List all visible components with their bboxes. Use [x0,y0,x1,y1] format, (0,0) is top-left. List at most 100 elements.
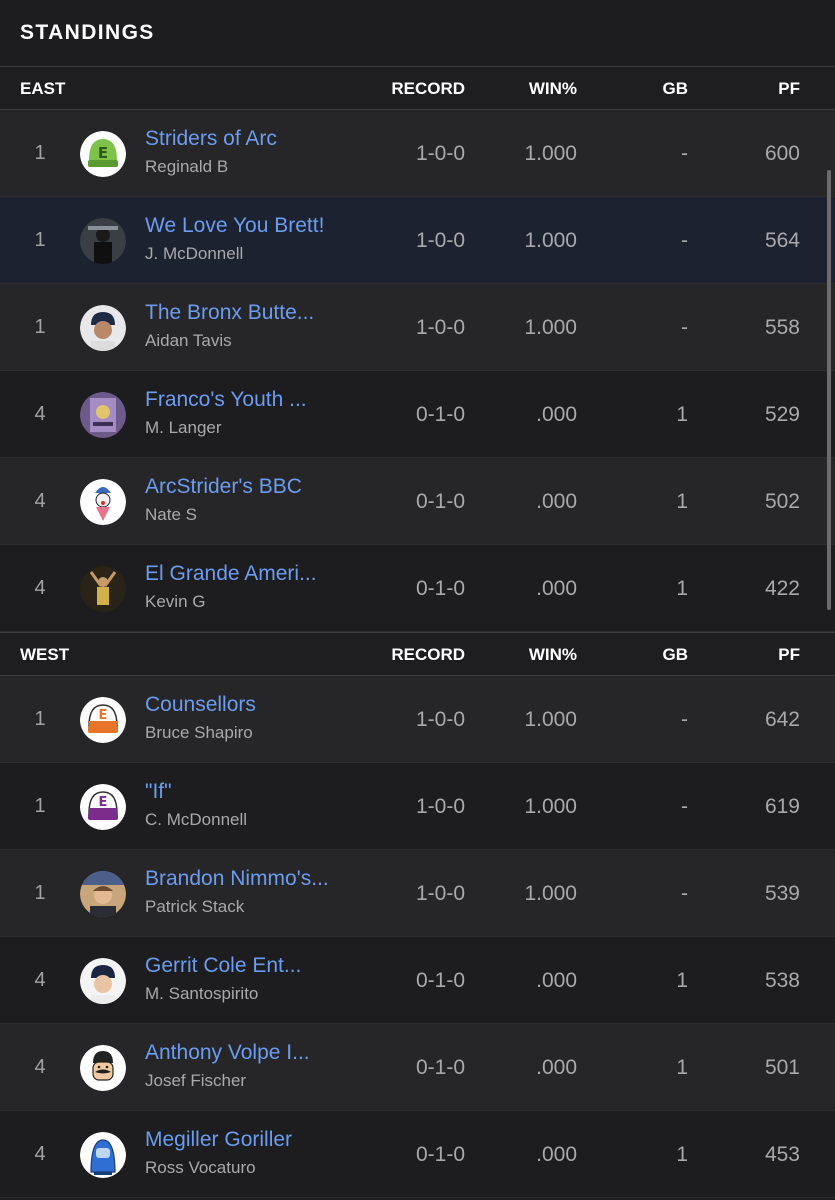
games-back: - [681,229,688,252]
record: 0-1-0 [415,403,465,426]
team-name-link[interactable]: We Love You Brett! [145,214,324,238]
owner-name: M. Langer [145,418,222,437]
record: 0-1-0 [415,1143,465,1166]
team-name-link[interactable]: "If" [145,780,172,804]
page-title: STANDINGS [20,21,155,44]
points-for: 422 [764,577,800,600]
column-header-record[interactable]: RECORD [391,79,465,99]
card-avatar [80,392,126,438]
record: 1-0-0 [415,229,465,252]
table-row[interactable]: 4 Franco's Youth ... M. Langer 0-1-0 .00… [0,371,835,458]
rank: 4 [34,1056,46,1078]
win-pct: .000 [536,969,577,992]
points-for: 619 [764,795,800,818]
record: 1-0-0 [415,795,465,818]
division-header-west: WEST RECORD WIN% GB PF [0,632,835,676]
table-row[interactable]: 4 Gerrit Cole Ent... M. Santospirito 0-1… [0,937,835,1024]
table-row[interactable]: 4 El Grande Ameri... Kevin G 0-1-0 .000 … [0,545,835,632]
team-name-link[interactable]: El Grande Ameri... [145,562,317,586]
win-pct: .000 [536,1056,577,1079]
rank: 1 [34,142,46,164]
clown-avatar [80,479,126,525]
record: 0-1-0 [415,969,465,992]
owner-name: C. McDonnell [145,810,248,829]
games-back: 1 [676,403,688,426]
photo-avatar [80,218,126,264]
column-header-win-pct[interactable]: WIN% [529,79,577,99]
purple-e-cap-icon: E [80,784,126,830]
record: 1-0-0 [415,882,465,905]
team-name-link[interactable]: ArcStrider's BBC [145,475,302,499]
rank: 4 [34,577,46,599]
column-header-pf[interactable]: PF [778,645,800,665]
games-back: 1 [676,1143,688,1166]
team-name-link[interactable]: Anthony Volpe I... [145,1041,310,1065]
team-name-link[interactable]: Franco's Youth ... [145,388,307,412]
owner-name: M. Santospirito [145,984,259,1003]
points-for: 453 [764,1143,800,1166]
column-header-record[interactable]: RECORD [391,645,465,665]
record: 1-0-0 [415,708,465,731]
rank: 4 [34,969,46,991]
win-pct: 1.000 [524,142,577,165]
rank: 1 [34,795,46,817]
owner-name: J. McDonnell [145,244,244,263]
rank: 4 [34,490,46,512]
column-header-pf[interactable]: PF [778,79,800,99]
games-back: 1 [676,490,688,513]
games-back: - [681,708,688,731]
column-header-win-pct[interactable]: WIN% [529,645,577,665]
owner-name: Aidan Tavis [145,331,232,350]
team-name-link[interactable]: Gerrit Cole Ent... [145,954,301,978]
photo-avatar [80,958,126,1004]
points-for: 539 [764,882,800,905]
table-row[interactable]: 1 We Love You Brett! J. McDonnell 1-0-0 … [0,197,835,284]
record: 0-1-0 [415,577,465,600]
division-name: WEST [20,645,70,664]
table-row[interactable]: 4 ArcStrider's BBC Nate S 0-1-0 .000 1 5… [0,458,835,545]
column-header-gb[interactable]: GB [663,645,689,665]
points-for: 501 [764,1056,800,1079]
owner-name: Reginald B [145,157,229,176]
table-row[interactable]: 4 Anthony Volpe I... Josef Fischer 0-1-0… [0,1024,835,1111]
record: 0-1-0 [415,1056,465,1079]
rank: 4 [34,403,46,425]
table-row[interactable]: 4 Megiller Goriller Ross Vocaturo 0-1-0 … [0,1111,835,1198]
scrollbar[interactable] [827,170,831,610]
rank: 1 [34,882,46,904]
svg-text:E: E [99,795,108,810]
team-name-link[interactable]: Counsellors [145,693,256,717]
win-pct: 1.000 [524,708,577,731]
owner-name: Kevin G [145,592,206,611]
table-row[interactable]: 1 Brandon Nimmo's... Patrick Stack 1-0-0… [0,850,835,937]
team-name-link[interactable]: Brandon Nimmo's... [145,867,329,891]
column-header-gb[interactable]: GB [663,79,689,99]
photo-avatar [80,566,126,612]
svg-text:E: E [98,144,108,162]
win-pct: 1.000 [524,795,577,818]
owner-name: Patrick Stack [145,897,245,916]
team-name-link[interactable]: The Bronx Butte... [145,301,314,325]
team-name-link[interactable]: Megiller Goriller [145,1128,292,1152]
points-for: 600 [764,142,800,165]
record: 1-0-0 [415,316,465,339]
owner-name: Josef Fischer [145,1071,247,1090]
gorilla-avatar [80,1132,126,1178]
orange-e-cap-icon: E [80,697,126,743]
win-pct: .000 [536,577,577,600]
owner-name: Ross Vocaturo [145,1158,256,1177]
win-pct: .000 [536,403,577,426]
games-back: - [681,142,688,165]
rank: 1 [34,708,46,730]
record: 1-0-0 [415,142,465,165]
table-row[interactable]: 1 The Bronx Butte... Aidan Tavis 1-0-0 1… [0,284,835,371]
mustache-avatar [80,1045,126,1091]
table-row[interactable]: 1 E "If" C. McDonnell 1-0-0 1.000 - 619 [0,763,835,850]
team-name-link[interactable]: Striders of Arc [145,127,277,151]
games-back: - [681,882,688,905]
table-row[interactable]: 1 E Striders of Arc Reginald B 1-0-0 1.0… [0,110,835,197]
rank: 1 [34,316,46,338]
points-for: 642 [764,708,800,731]
games-back: - [681,316,688,339]
table-row[interactable]: 1 E Counsellors Bruce Shapiro 1-0-0 1.00… [0,676,835,763]
